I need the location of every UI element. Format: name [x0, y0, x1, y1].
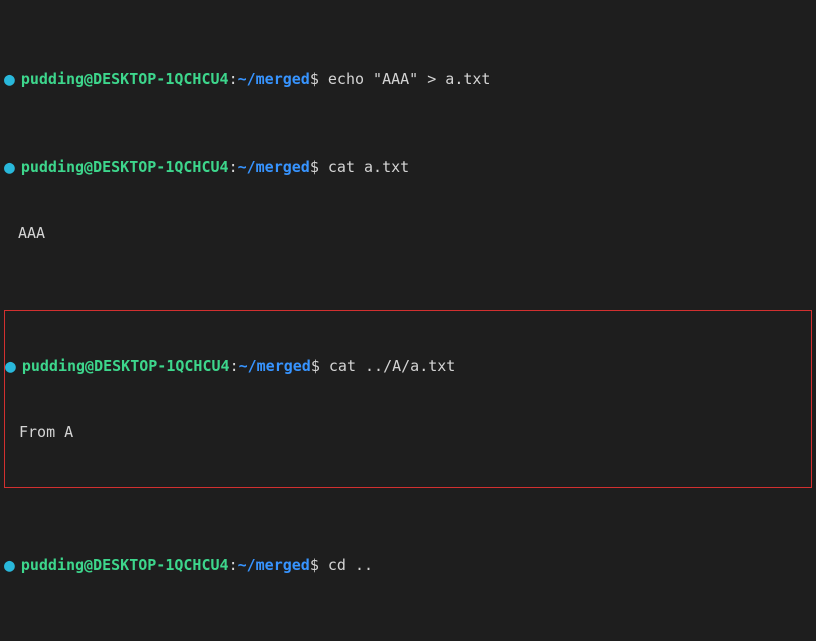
prompt-user: pudding@DESKTOP-1QCHCU4: [21, 156, 229, 178]
prompt-sep: :: [229, 68, 238, 90]
prompt-path: ~/merged: [238, 156, 310, 178]
output-line: AAA: [0, 222, 816, 244]
prompt-dollar: $: [310, 68, 319, 90]
prompt-user: pudding@DESKTOP-1QCHCU4: [21, 68, 229, 90]
prompt-dollar: $: [311, 355, 320, 377]
prompt-dollar: $: [310, 554, 319, 576]
prompt-sep: :: [229, 554, 238, 576]
prompt-sep: :: [229, 156, 238, 178]
output-line: From A: [5, 421, 811, 443]
prompt-line[interactable]: ● pudding@DESKTOP-1QCHCU4:~/merged$ cat …: [5, 355, 811, 377]
terminal-output: ● pudding@DESKTOP-1QCHCU4:~/merged$ echo…: [0, 0, 816, 641]
bullet-icon: ●: [5, 358, 16, 376]
highlight-box: ● pudding@DESKTOP-1QCHCU4:~/merged$ cat …: [4, 310, 812, 488]
prompt-path: ~/merged: [239, 355, 311, 377]
bullet-icon: ●: [4, 557, 15, 575]
command-text: cat a.txt: [328, 156, 409, 178]
prompt-dollar: $: [310, 156, 319, 178]
bullet-icon: ●: [4, 71, 15, 89]
prompt-user: pudding@DESKTOP-1QCHCU4: [21, 554, 229, 576]
prompt-user: pudding@DESKTOP-1QCHCU4: [22, 355, 230, 377]
prompt-sep: :: [230, 355, 239, 377]
prompt-line[interactable]: ● pudding@DESKTOP-1QCHCU4:~/merged$ echo…: [0, 68, 816, 90]
command-text: cd ..: [328, 554, 373, 576]
command-text: cat ../A/a.txt: [329, 355, 455, 377]
prompt-line[interactable]: ● pudding@DESKTOP-1QCHCU4:~/merged$ cd .…: [0, 554, 816, 576]
prompt-line[interactable]: ● pudding@DESKTOP-1QCHCU4:~/merged$ cat …: [0, 156, 816, 178]
bullet-icon: ●: [4, 159, 15, 177]
prompt-path: ~/merged: [238, 68, 310, 90]
prompt-path: ~/merged: [238, 554, 310, 576]
command-text: echo "AAA" > a.txt: [328, 68, 491, 90]
